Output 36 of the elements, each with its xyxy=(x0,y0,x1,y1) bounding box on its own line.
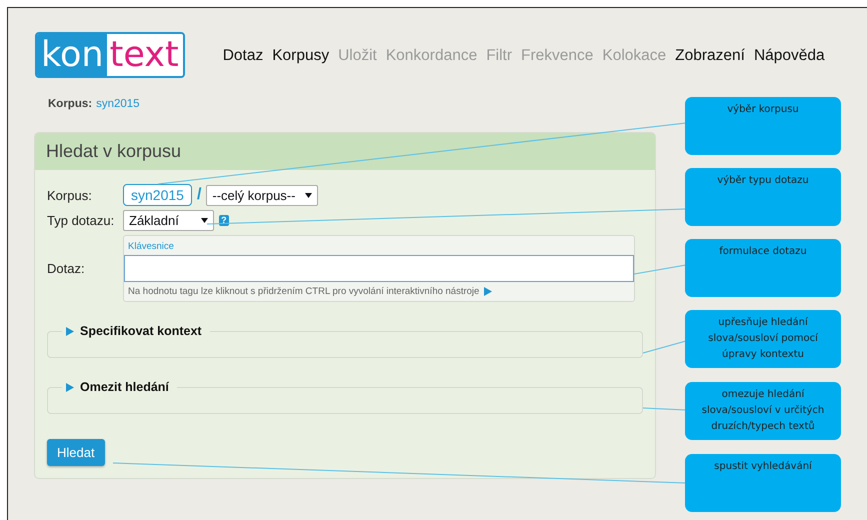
callout: formulace dotazu xyxy=(685,239,841,297)
callout: omezuje hledání slova/sousloví v určitých druzích/typech textů xyxy=(685,382,841,440)
breadcrumb-link[interactable]: syn2015 xyxy=(96,98,140,110)
leader-line xyxy=(634,264,686,274)
nav-item[interactable]: Dotaz xyxy=(222,47,264,65)
caret-icon xyxy=(200,218,208,223)
subcorpus-select[interactable]: --celý korpus-- xyxy=(206,184,318,206)
keyboard-link[interactable]: Klávesnice xyxy=(124,237,178,255)
section-toggle[interactable]: Specifikovat kontext xyxy=(62,324,210,338)
leader-line xyxy=(642,408,686,410)
callout: upřesňuje hledání slova/sousloví pomocí úpravy kontextu xyxy=(685,310,841,368)
hint-text: Na hodnotu tagu lze kliknout s přidržením CTRL pro vyvolání interaktivního nástroje xyxy=(128,286,480,297)
callout: výběr korpusu xyxy=(685,97,841,155)
breadcrumb-label: Korpus: xyxy=(48,98,92,110)
corpus-button[interactable]: syn2015 xyxy=(123,184,192,206)
field-label: Korpus: xyxy=(47,188,93,202)
separator: / xyxy=(196,186,202,204)
query-type-select[interactable]: Základní xyxy=(123,210,214,231)
section-toggle[interactable]: Omezit hledání xyxy=(62,380,177,394)
nav-item[interactable]: Zobrazení xyxy=(675,47,745,65)
field-label: Dotaz: xyxy=(47,261,86,276)
callout: spustit vyhledávání xyxy=(685,454,841,512)
panel-title: Hledat v korpusu xyxy=(35,133,655,170)
play-icon[interactable] xyxy=(484,287,492,296)
caret-icon xyxy=(305,192,312,198)
nav-item[interactable]: Nápověda xyxy=(754,47,825,65)
search-button[interactable]: Hledat xyxy=(47,439,105,466)
query-input[interactable] xyxy=(124,255,634,282)
kontext-logo[interactable]: kon text xyxy=(35,32,185,78)
nav-item[interactable]: Korpusy xyxy=(272,47,330,65)
leader-line xyxy=(642,340,686,354)
triangle-icon xyxy=(66,382,74,392)
help-button[interactable]: ? xyxy=(218,215,229,226)
callout: výběr typu dotazu xyxy=(685,168,841,226)
field-label: Typ dotazu: xyxy=(47,213,116,228)
triangle-icon xyxy=(66,326,74,336)
